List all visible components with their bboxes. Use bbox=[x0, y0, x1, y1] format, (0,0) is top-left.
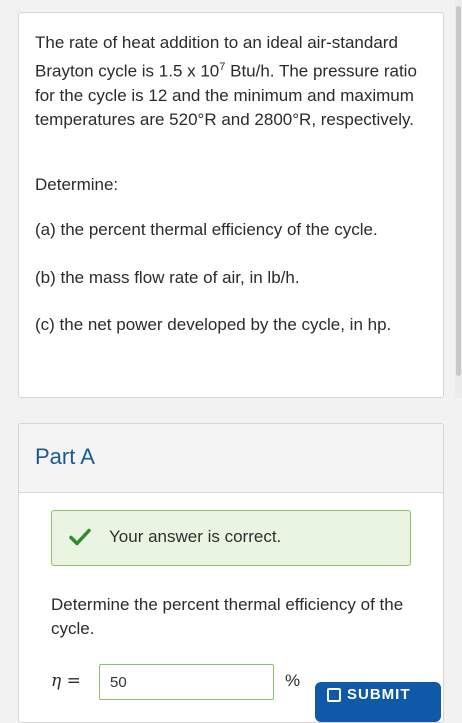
part-question: Determine the percent thermal efficiency… bbox=[51, 595, 404, 638]
answer-unit: % bbox=[285, 671, 301, 690]
checkmark-icon bbox=[69, 528, 91, 546]
correct-feedback-banner: Your answer is correct. bbox=[51, 510, 411, 566]
answer-symbol: η = bbox=[51, 671, 81, 691]
question-item-a: (a) the percent thermal efficiency of th… bbox=[35, 220, 378, 239]
question-item-c: (c) the net power developed by the cycle… bbox=[35, 315, 392, 334]
problem-statement: The rate of heat addition to an ideal ai… bbox=[35, 31, 429, 132]
submit-button[interactable]: SUBMIT bbox=[315, 682, 441, 722]
answer-input[interactable]: 50 bbox=[99, 664, 274, 700]
determine-label: Determine: bbox=[35, 175, 119, 194]
scrollbar-track[interactable] bbox=[455, 0, 462, 398]
question-item-b: (b) the mass flow rate of air, in lb/h. bbox=[35, 268, 300, 287]
feedback-text: Your answer is correct. bbox=[109, 527, 282, 546]
problem-card: The rate of heat addition to an ideal ai… bbox=[18, 12, 444, 398]
part-title: Part A bbox=[35, 444, 95, 469]
scrollbar-thumb[interactable] bbox=[456, 6, 461, 376]
submit-label: SUBMIT bbox=[347, 686, 411, 703]
part-a-panel: Part A Your answer is correct. Determine… bbox=[18, 423, 444, 723]
part-header[interactable]: Part A bbox=[19, 424, 443, 493]
